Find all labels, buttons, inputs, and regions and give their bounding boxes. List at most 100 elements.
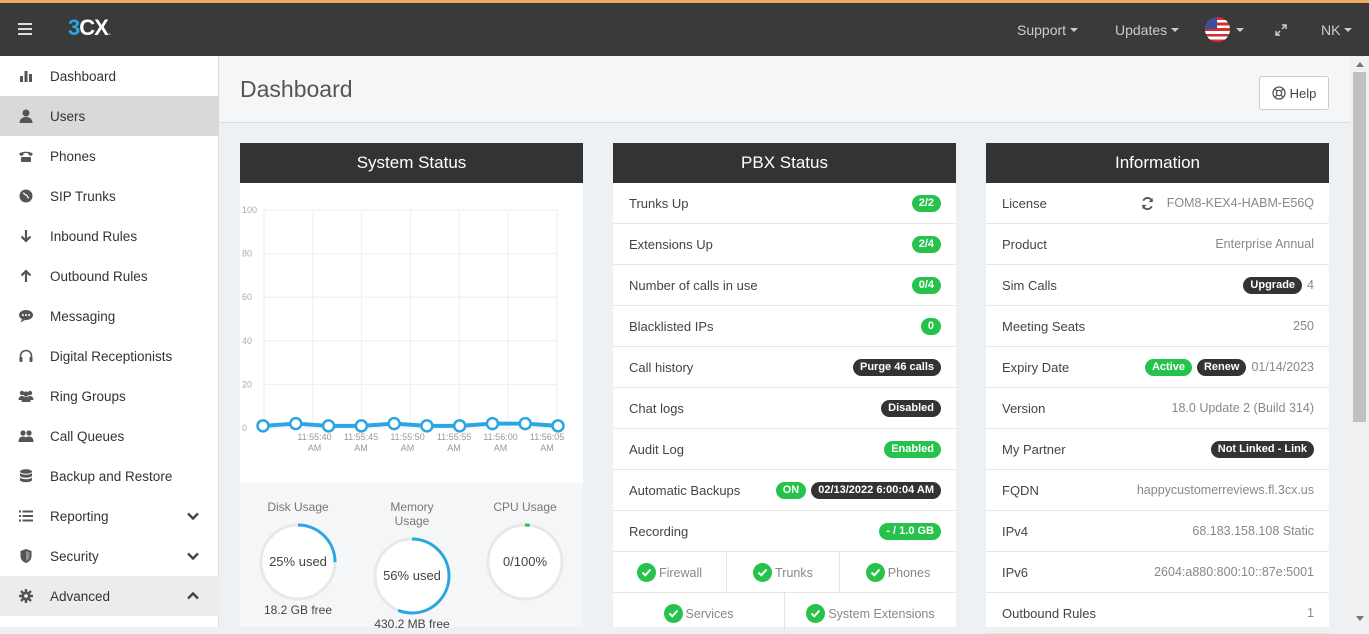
main-content: Dashboard Help System Status 100 80 60 40 20… bbox=[220, 56, 1350, 634]
lifebuoy-icon bbox=[1271, 86, 1286, 100]
sidebar-item-phones[interactable]: Phones bbox=[0, 136, 219, 176]
sidebar-item-inbound-rules[interactable]: Inbound Rules bbox=[0, 216, 219, 256]
sidebar-item-label: Advanced bbox=[50, 588, 111, 604]
status-badge[interactable]: Purge 46 calls bbox=[853, 358, 941, 376]
pbx-row-label: Blacklisted IPs bbox=[629, 318, 714, 334]
memory-usage-gauge: Memory Usage 56% used 430.2 MB free bbox=[372, 500, 452, 631]
scrollbar-thumb[interactable] bbox=[1353, 72, 1366, 422]
status-badge[interactable]: Enabled bbox=[884, 440, 941, 458]
app-logo[interactable]: 3CX. bbox=[68, 15, 111, 41]
support-label: Support bbox=[1017, 21, 1067, 38]
check-system-extensions: System Extensions bbox=[785, 593, 956, 634]
pbx-row-value: Purge 46 calls bbox=[853, 358, 941, 376]
info-value-text: 18.0 Update 2 (Build 314) bbox=[1171, 401, 1314, 415]
y-tick-label: 60 bbox=[242, 292, 252, 302]
check-label: Phones bbox=[887, 565, 931, 580]
series-line bbox=[262, 421, 559, 428]
info-value-text: 1 bbox=[1307, 606, 1314, 620]
sidebar-item-outbound-rules[interactable]: Outbound Rules bbox=[0, 256, 219, 296]
sidebar-item-digital-receptionists[interactable]: Digital Receptionists bbox=[0, 336, 219, 376]
info-row-value: happycustomerreviews.fl.3cx.us bbox=[1137, 483, 1314, 497]
check-services: Services bbox=[613, 593, 785, 634]
sidebar-item-users[interactable]: Users bbox=[0, 96, 219, 136]
database-icon bbox=[18, 468, 34, 484]
caret-down-icon bbox=[1171, 27, 1180, 32]
info-row-product: Product Enterprise Annual bbox=[986, 224, 1329, 265]
x-tick-label: 11:56:05 bbox=[530, 432, 564, 442]
data-point bbox=[551, 419, 565, 433]
check-firewall: Firewall bbox=[613, 552, 727, 593]
partner-link-badge[interactable]: Not Linked - Link bbox=[1210, 440, 1314, 458]
renew-badge[interactable]: Renew bbox=[1196, 358, 1247, 376]
info-row-ipv6: IPv6 2604:a880:800:10::87e:5001 bbox=[986, 552, 1329, 593]
x-tick-label: AM bbox=[354, 443, 368, 453]
sidebar-item-label: Phones bbox=[50, 148, 96, 164]
user-initials: NK bbox=[1321, 21, 1341, 38]
information-title: Information bbox=[986, 143, 1329, 183]
pbx-row-recording: Recording - / 1.0 GB bbox=[613, 511, 956, 552]
sidebar-item-label: Reporting bbox=[50, 508, 109, 524]
backup-date-badge: 02/13/2022 6:00:04 AM bbox=[811, 481, 941, 499]
sidebar-item-dashboard[interactable]: Dashboard bbox=[0, 56, 219, 96]
usage-gauges: Disk Usage 25% used 18.2 GB free Memory … bbox=[240, 483, 583, 631]
pbx-row-chat-logs: Chat logs Disabled bbox=[613, 388, 956, 429]
info-row-value: 1 bbox=[1307, 606, 1314, 620]
pbx-row-value: 2/2 bbox=[911, 194, 941, 212]
info-row-value: Not Linked - Link bbox=[1210, 440, 1314, 458]
pbx-row-value: Enabled bbox=[884, 440, 941, 458]
memory-usage-title: Memory Usage bbox=[390, 500, 434, 528]
sidebar-item-call-queues[interactable]: Call Queues bbox=[0, 416, 219, 456]
sidebar-item-label: Users bbox=[50, 108, 86, 124]
info-row-outbound-rules: Outbound Rules 1 bbox=[986, 593, 1329, 634]
upgrade-badge[interactable]: Upgrade bbox=[1243, 276, 1303, 294]
data-point bbox=[256, 419, 270, 433]
info-value-text: Enterprise Annual bbox=[1215, 237, 1314, 251]
page-scrollbar[interactable] bbox=[1351, 56, 1369, 627]
pbx-row-label: Recording bbox=[629, 523, 689, 539]
status-badge[interactable]: Disabled bbox=[881, 399, 941, 417]
gauge-value: 56% used bbox=[383, 568, 441, 583]
language-menu[interactable] bbox=[1205, 3, 1244, 56]
info-value-text: 250 bbox=[1293, 319, 1314, 333]
sidebar-item-reporting[interactable]: Reporting bbox=[0, 496, 219, 536]
updates-menu[interactable]: Updates bbox=[1115, 3, 1180, 56]
data-point bbox=[420, 419, 434, 433]
sidebar-item-label: Dashboard bbox=[50, 68, 117, 84]
x-tick-label: AM bbox=[401, 443, 415, 453]
sidebar-item-backup-and-restore[interactable]: Backup and Restore bbox=[0, 456, 219, 496]
sidebar-item-advanced[interactable]: Advanced bbox=[0, 576, 219, 616]
scroll-down-icon[interactable] bbox=[1356, 616, 1364, 621]
caret-down-icon bbox=[1236, 27, 1244, 32]
sidebar-item-ring-groups[interactable]: Ring Groups bbox=[0, 376, 219, 416]
sidebar-item-security[interactable]: Security bbox=[0, 536, 219, 576]
help-button[interactable]: Help bbox=[1259, 76, 1329, 110]
system-status-chart: 10080604020011:55:40AM11:55:45AM11:55:50… bbox=[242, 205, 565, 453]
pbx-row-label: Automatic Backups bbox=[629, 482, 741, 498]
sidebar-item-messaging[interactable]: Messaging bbox=[0, 296, 219, 336]
y-tick-label: 40 bbox=[242, 336, 252, 346]
info-value-text: 4 bbox=[1307, 278, 1314, 292]
refresh-icon[interactable] bbox=[1141, 196, 1154, 210]
pbx-row-value: 0/4 bbox=[911, 276, 941, 294]
sidebar-item-label: Ring Groups bbox=[50, 388, 126, 404]
user-menu[interactable]: NK bbox=[1321, 3, 1353, 56]
info-value-text: 01/14/2023 bbox=[1251, 360, 1314, 374]
info-value-text: 68.183.158.108 Static bbox=[1192, 524, 1314, 538]
hamburger-menu-icon[interactable] bbox=[18, 23, 32, 35]
fullscreen-button[interactable] bbox=[1275, 3, 1287, 56]
info-row-expiry-date: Expiry Date Active Renew 01/14/2023 bbox=[986, 347, 1329, 388]
sidebar-item-sip-trunks[interactable]: SIP Trunks bbox=[0, 176, 219, 216]
cpu-usage-title: CPU Usage bbox=[493, 500, 557, 514]
system-status-title: System Status bbox=[240, 143, 583, 183]
check-label: Firewall bbox=[658, 565, 703, 580]
data-point bbox=[518, 416, 532, 431]
info-row-my-partner: My Partner Not Linked - Link bbox=[986, 429, 1329, 470]
pbx-row-label: Trunks Up bbox=[629, 195, 689, 211]
cpu-usage-ring: 0/100% bbox=[486, 523, 564, 601]
y-tick-label: 0 bbox=[242, 423, 247, 433]
support-menu[interactable]: Support bbox=[1017, 3, 1079, 56]
updates-label: Updates bbox=[1115, 21, 1168, 38]
sidebar-item-label: Digital Receptionists bbox=[50, 348, 173, 364]
info-value-text: FOM8-KEX4-HABM-E56Q bbox=[1166, 196, 1314, 210]
scroll-up-icon[interactable] bbox=[1356, 62, 1364, 67]
